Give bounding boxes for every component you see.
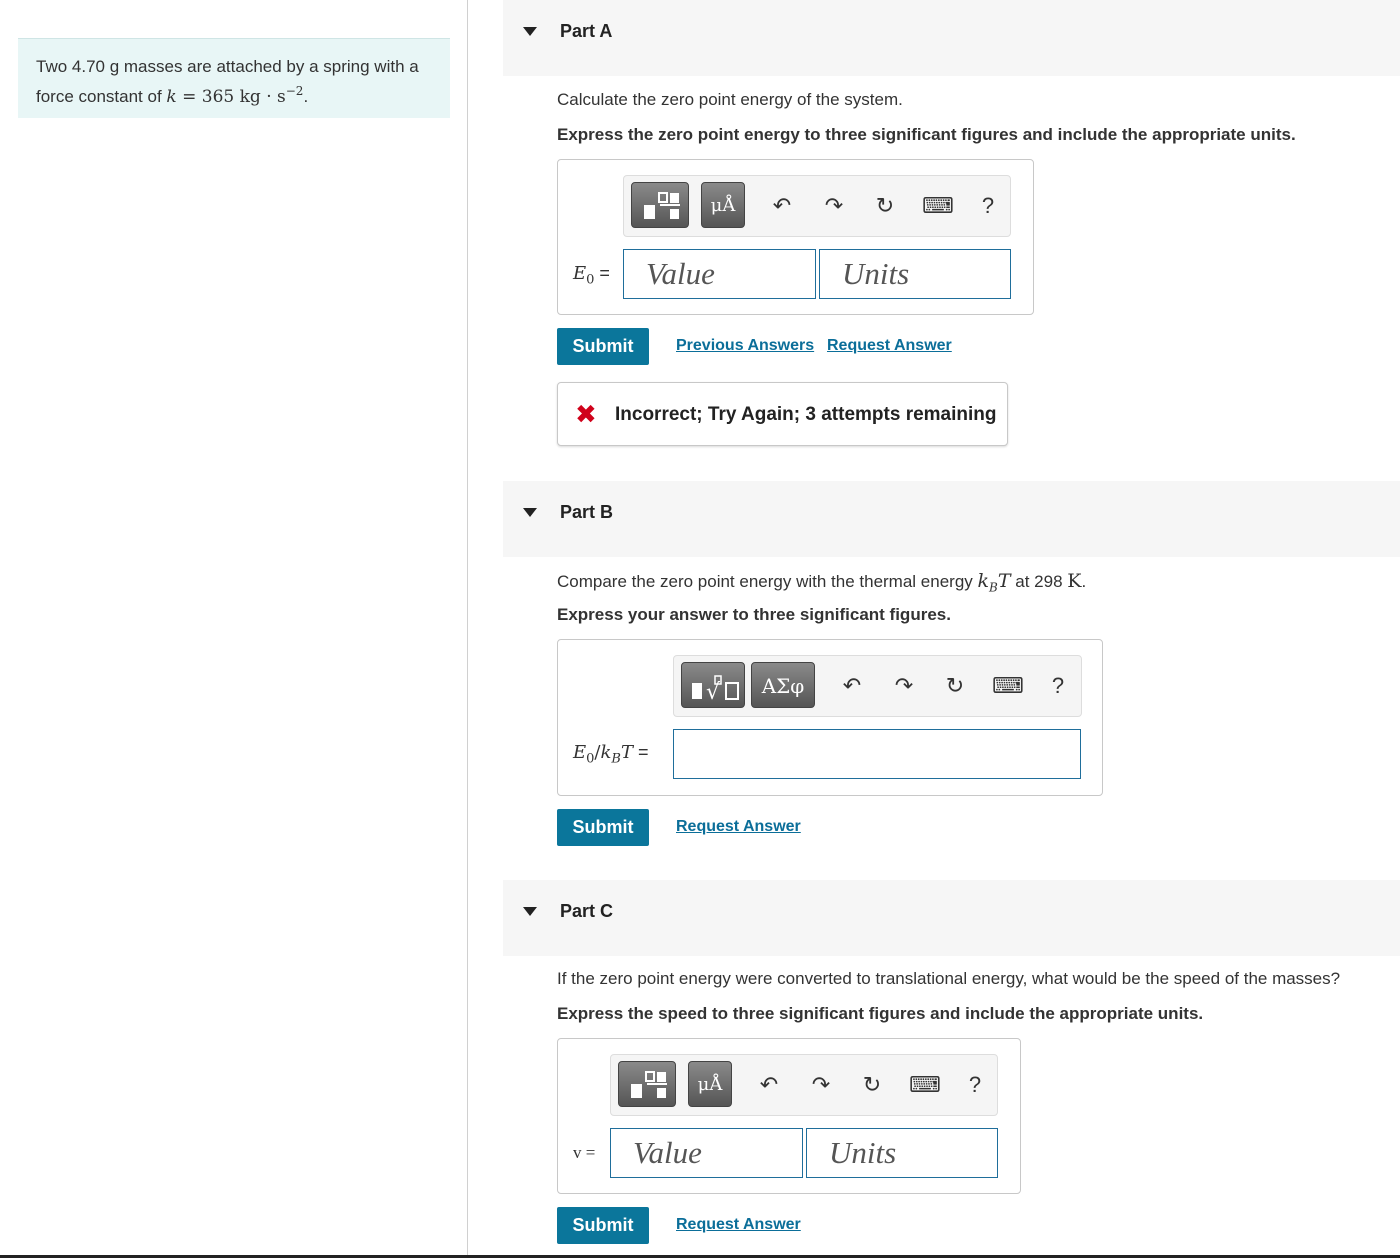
v-label: v =	[573, 1143, 596, 1162]
b-subscript: B	[989, 580, 998, 595]
greek-letters-button[interactable]: ΑΣφ	[751, 662, 815, 708]
greek-button-label: ΑΣφ	[761, 674, 805, 698]
part-c-header[interactable]: Part C	[503, 880, 1400, 956]
part-a-question: Calculate the zero point energy of the s…	[557, 90, 903, 109]
undo-icon[interactable]: ↶	[768, 192, 796, 220]
e0-label: E0 =	[573, 263, 610, 288]
reset-icon[interactable]: ↻	[941, 672, 969, 700]
help-icon[interactable]: ?	[974, 192, 1002, 220]
part-c-submit-button[interactable]: Submit	[557, 1207, 649, 1244]
undo-icon[interactable]: ↶	[755, 1071, 783, 1099]
part-a-title: Part A	[560, 21, 613, 41]
part-b-header[interactable]: Part B	[503, 481, 1400, 557]
math-templates-button[interactable]: √	[681, 662, 745, 708]
templates-button[interactable]	[631, 182, 689, 228]
undo-icon[interactable]: ↶	[838, 672, 866, 700]
part-b-title: Part B	[560, 502, 614, 522]
templates-button[interactable]	[618, 1061, 676, 1107]
question-period: .	[1081, 572, 1087, 591]
e-symbol: E	[573, 742, 587, 763]
part-a-request-answer-link[interactable]: Request Answer	[827, 337, 952, 355]
feedback-message: ✖ Incorrect; Try Again; 3 attempts remai…	[557, 382, 1008, 446]
part-c-instruction: Express the speed to three significant f…	[557, 1004, 1204, 1023]
part-b-instruction: Express your answer to three significant…	[557, 605, 951, 624]
b-subscript: B	[611, 751, 621, 767]
units-button-label: μÅ	[710, 195, 736, 216]
units-button[interactable]: μÅ	[701, 182, 745, 228]
k-exponent: −2	[285, 84, 304, 98]
part-c-title: Part C	[560, 901, 614, 921]
units-input[interactable]: Units	[806, 1128, 998, 1178]
feedback-text: Incorrect; Try Again; 3 attempts remaini…	[615, 404, 997, 425]
collapse-triangle-icon[interactable]	[523, 907, 537, 916]
part-a-answer-box: μÅ ↶ ↷ ↻ ⌨ ? E0 = Value Units	[557, 159, 1034, 315]
templates-icon	[631, 1071, 667, 1098]
part-c-answer-box: μÅ ↶ ↷ ↻ ⌨ ? v = Value Units	[557, 1038, 1021, 1194]
part-c-question: If the zero point energy were converted …	[557, 969, 1341, 988]
units-input[interactable]: Units	[819, 249, 1011, 299]
part-a-header[interactable]: Part A	[503, 0, 1400, 76]
help-icon[interactable]: ?	[1044, 672, 1072, 700]
problem-period: .	[303, 87, 309, 106]
templates-icon	[644, 192, 680, 219]
part-b-question: Compare the zero point energy with the t…	[557, 570, 1086, 594]
collapse-triangle-icon[interactable]	[523, 27, 537, 36]
redo-icon[interactable]: ↷	[820, 192, 848, 220]
e-symbol: E	[573, 263, 587, 284]
t-symbol: T	[620, 742, 633, 763]
part-a-submit-button[interactable]: Submit	[557, 328, 649, 365]
part-c-toolbar: μÅ ↶ ↷ ↻ ⌨ ?	[610, 1054, 998, 1116]
part-a-instruction: Express the zero point energy to three s…	[557, 125, 1296, 144]
question-temp: at 298	[1010, 572, 1068, 591]
problem-panel: Two 4.70 g masses are attached by a spri…	[0, 0, 468, 1258]
part-a-toolbar: μÅ ↶ ↷ ↻ ⌨ ?	[623, 175, 1011, 237]
k-symbol: k	[166, 87, 177, 107]
value-input[interactable]: Value	[610, 1128, 803, 1178]
part-c-request-answer-link[interactable]: Request Answer	[676, 1216, 801, 1234]
t-symbol: T	[997, 570, 1011, 592]
part-b-toolbar: √ ΑΣφ ↶ ↷ ↻ ⌨ ?	[673, 655, 1082, 717]
k-symbol: k	[977, 570, 990, 592]
equals-sign: =	[633, 742, 649, 762]
reset-icon[interactable]: ↻	[858, 1071, 886, 1099]
question-text: Compare the zero point energy with the t…	[557, 572, 978, 591]
reset-icon[interactable]: ↻	[871, 192, 899, 220]
part-b-submit-button[interactable]: Submit	[557, 809, 649, 846]
kelvin-unit: K	[1067, 570, 1082, 592]
equals-sign: =	[594, 263, 610, 283]
collapse-triangle-icon[interactable]	[523, 508, 537, 517]
ratio-input[interactable]	[673, 729, 1081, 779]
value-input[interactable]: Value	[623, 249, 816, 299]
keyboard-icon[interactable]: ⌨	[922, 192, 954, 220]
units-button-label: μÅ	[697, 1074, 723, 1095]
k-value: = 365 kg · s	[176, 87, 286, 107]
radical-icon: √	[692, 675, 739, 705]
part-b-answer-box: √ ΑΣφ ↶ ↷ ↻ ⌨ ? E0/kBT =	[557, 639, 1103, 796]
keyboard-icon[interactable]: ⌨	[992, 672, 1024, 700]
redo-icon[interactable]: ↷	[890, 672, 918, 700]
keyboard-icon[interactable]: ⌨	[909, 1071, 941, 1099]
part-b-request-answer-link[interactable]: Request Answer	[676, 818, 801, 836]
k-symbol: k	[600, 742, 612, 763]
incorrect-icon: ✖	[575, 399, 597, 429]
units-button[interactable]: μÅ	[688, 1061, 732, 1107]
previous-answers-link[interactable]: Previous Answers	[676, 337, 814, 355]
ratio-label: E0/kBT =	[573, 742, 649, 767]
help-icon[interactable]: ?	[961, 1071, 989, 1099]
redo-icon[interactable]: ↷	[807, 1071, 835, 1099]
problem-statement: Two 4.70 g masses are attached by a spri…	[18, 38, 450, 118]
